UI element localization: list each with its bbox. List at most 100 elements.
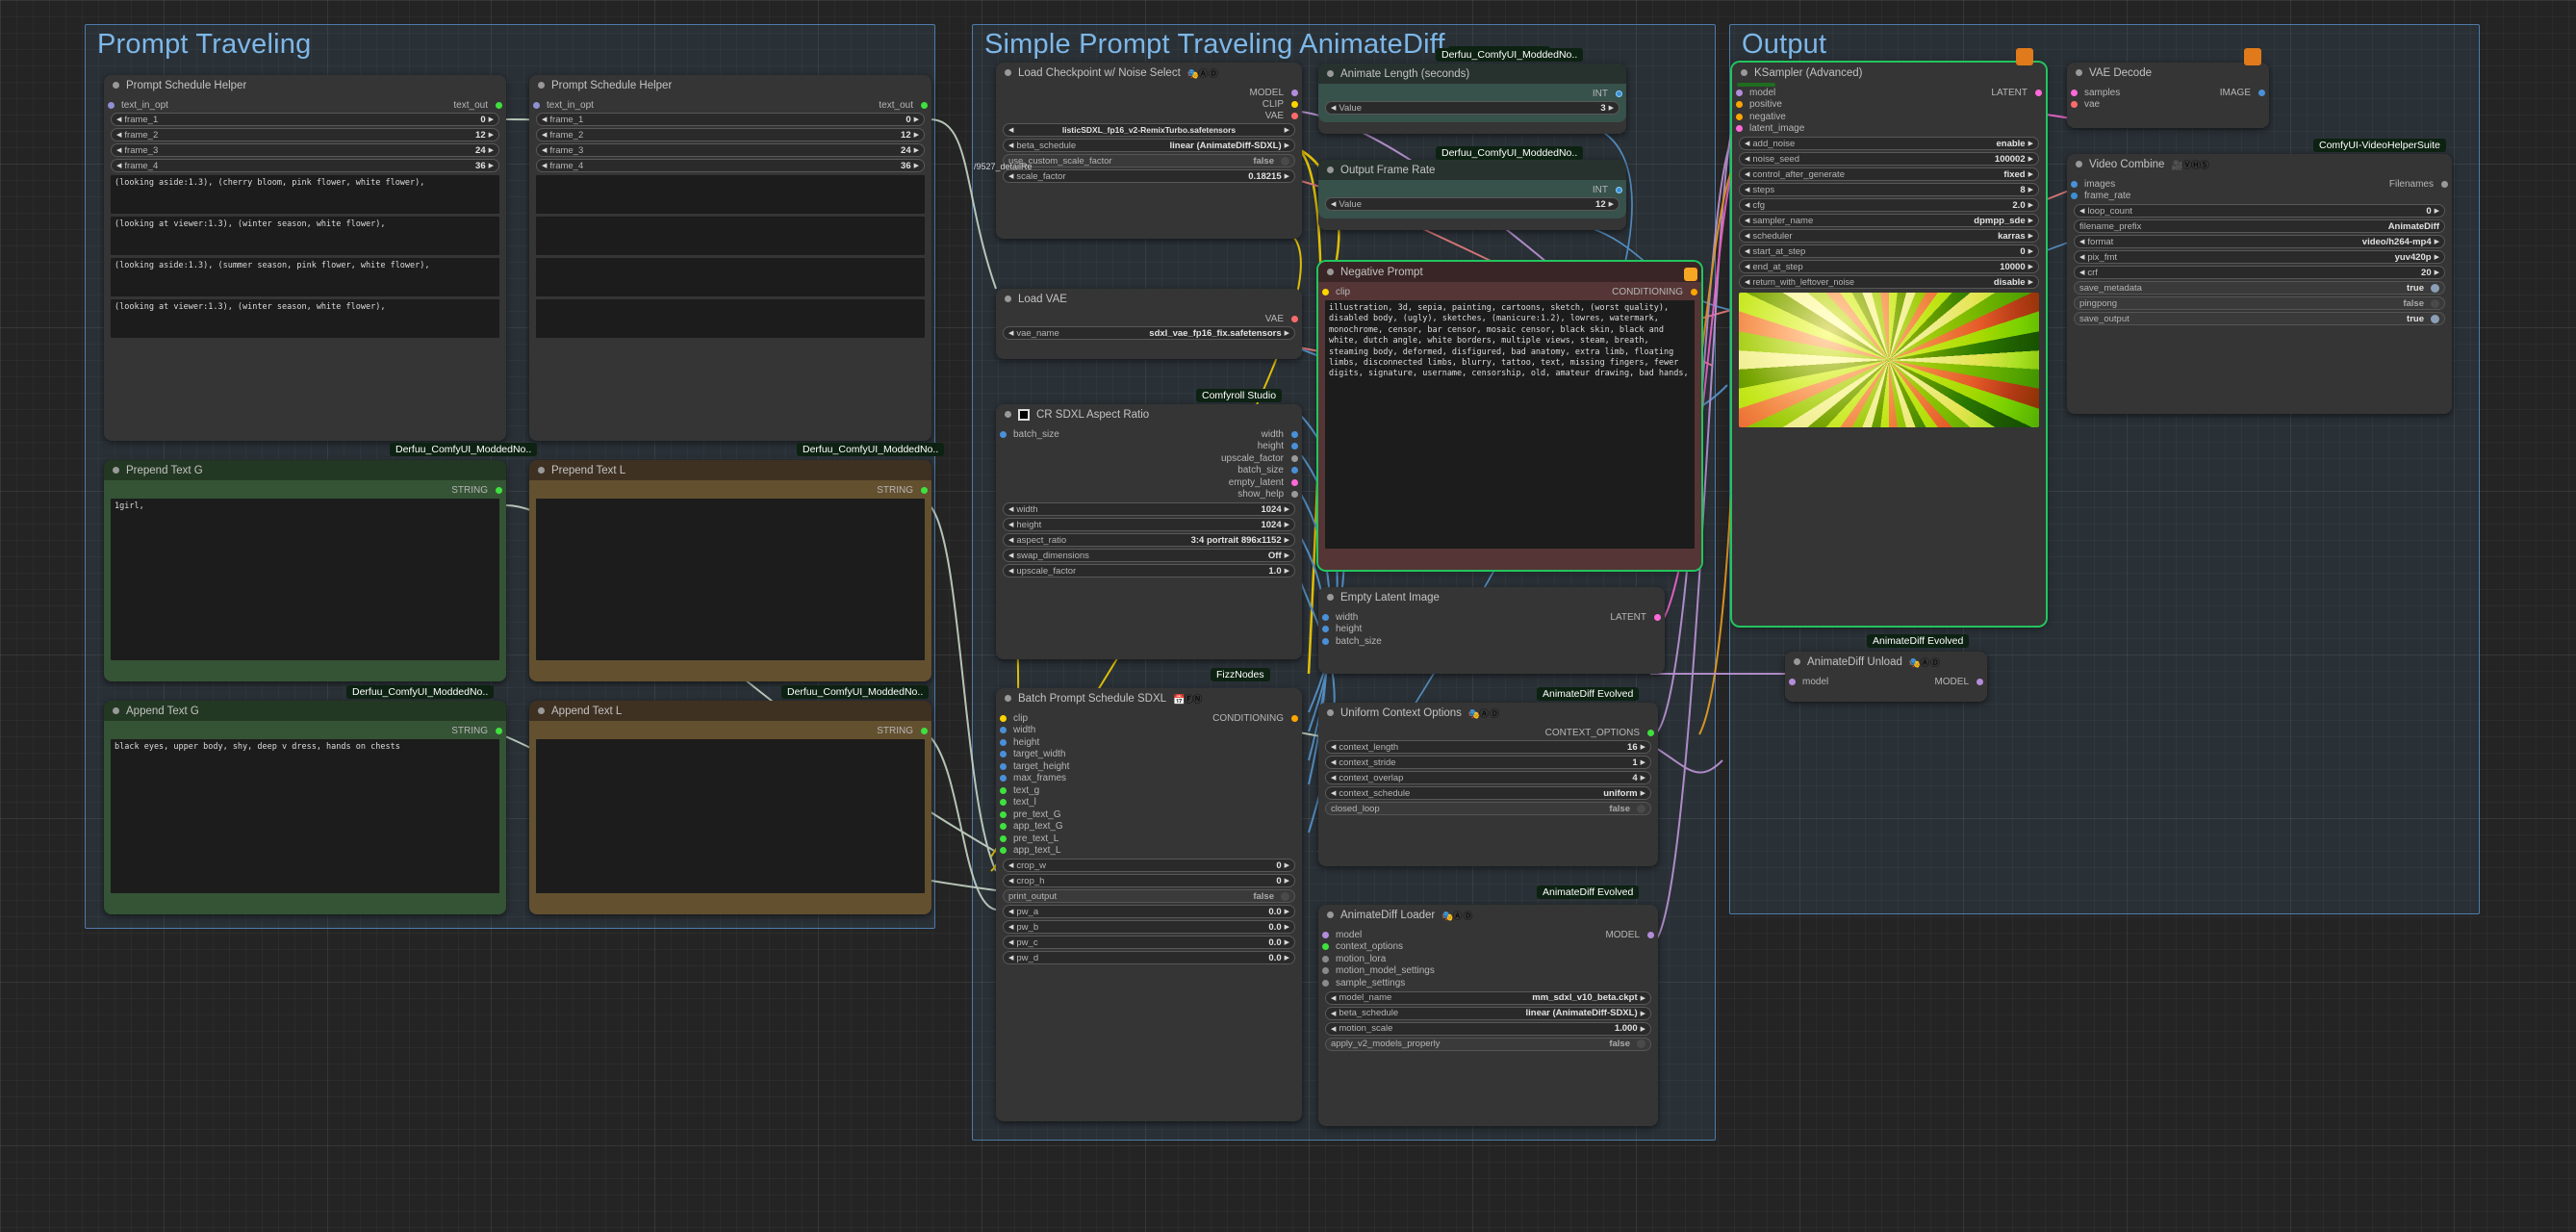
increment-icon[interactable]: ▶ <box>1285 861 1289 869</box>
port-row-upscale_factor[interactable]: upscale_factor <box>996 452 1302 465</box>
port-row-model[interactable]: model MODEL <box>1785 676 1987 688</box>
output-dot-conditioning[interactable] <box>1691 288 1697 295</box>
widget-width[interactable]: ◀ width 1024 ▶ <box>1003 502 1295 516</box>
decrement-icon[interactable]: ◀ <box>1008 861 1013 869</box>
increment-icon[interactable]: ▶ <box>914 131 919 139</box>
decrement-icon[interactable]: ◀ <box>542 116 547 123</box>
increment-icon[interactable]: ▶ <box>2028 186 2033 193</box>
widget-context_overlap[interactable]: ◀ context_overlap 4 ▶ <box>1325 771 1651 784</box>
increment-icon[interactable]: ▶ <box>2028 170 2033 178</box>
decrement-icon[interactable]: ◀ <box>1331 789 1336 797</box>
decrement-icon[interactable]: ◀ <box>1008 536 1013 544</box>
output-dot[interactable] <box>496 486 502 494</box>
input-dot[interactable] <box>1322 943 1329 951</box>
output-dot-filenames[interactable] <box>2441 180 2448 188</box>
increment-icon[interactable]: ▶ <box>1285 954 1289 962</box>
collapse-dot[interactable] <box>2076 161 2082 167</box>
port-row-frame_rate[interactable]: frame_rate <box>2067 191 2452 203</box>
decrement-icon[interactable]: ◀ <box>1331 743 1336 751</box>
port-row-batch_size[interactable]: batch_size width <box>996 428 1302 441</box>
increment-icon[interactable]: ▶ <box>489 162 494 169</box>
decrement-icon[interactable]: ◀ <box>116 162 121 169</box>
increment-icon[interactable]: ▶ <box>2028 263 2033 270</box>
port-row-empty_latent[interactable]: empty_latent <box>996 476 1302 489</box>
increment-icon[interactable]: ▶ <box>2028 201 2033 209</box>
increment-icon[interactable]: ▶ <box>489 131 494 139</box>
port-row-max_frames[interactable]: max_frames <box>996 773 1302 785</box>
port-row-motion_lora[interactable]: motion_lora <box>1318 953 1658 965</box>
port-row-width[interactable]: width LATENT <box>1318 611 1665 624</box>
increment-icon[interactable]: ▶ <box>1285 141 1289 149</box>
widget-context_schedule[interactable]: ◀ context_schedule uniform ▶ <box>1325 786 1651 800</box>
widget-value[interactable]: ◀ Value 12 ▶ <box>1325 197 1620 211</box>
widget-frame_3[interactable]: ◀ frame_3 24 ▶ <box>536 143 925 157</box>
collapse-dot[interactable] <box>113 82 119 89</box>
port-row-height[interactable]: height <box>996 736 1302 749</box>
port-row-height[interactable]: height <box>996 441 1302 453</box>
collapse-dot[interactable] <box>1327 70 1334 77</box>
increment-icon[interactable]: ▶ <box>1609 104 1614 112</box>
increment-icon[interactable]: ▶ <box>1285 908 1289 915</box>
node-header[interactable]: Load VAE <box>996 289 1302 309</box>
widget-pingpong[interactable]: pingpong false <box>2074 296 2445 310</box>
decrement-icon[interactable]: ◀ <box>1008 923 1013 931</box>
output-dot-model[interactable] <box>1647 931 1654 938</box>
prompt-textarea-2[interactable] <box>536 217 925 255</box>
collapse-dot[interactable] <box>538 707 545 714</box>
node-batch-prompt-schedule-sdxl[interactable]: Batch Prompt Schedule SDXL 📅ⒻⓃ clip COND… <box>996 688 1302 1121</box>
decrement-icon[interactable]: ◀ <box>1745 155 1749 163</box>
port-row-context_options[interactable]: context_options <box>1318 941 1658 954</box>
widget-end_at_step[interactable]: ◀ end_at_step 10000 ▶ <box>1739 260 2039 273</box>
port-row-text_l[interactable]: text_l <box>996 797 1302 809</box>
increment-icon[interactable]: ▶ <box>1285 567 1289 575</box>
prompt-textarea-3[interactable]: (looking aside:1.3), (summer season, pin… <box>111 258 499 296</box>
decrement-icon[interactable]: ◀ <box>2079 238 2084 245</box>
decrement-icon[interactable]: ◀ <box>116 116 121 123</box>
port-row-width[interactable]: width <box>996 725 1302 737</box>
decrement-icon[interactable]: ◀ <box>1745 263 1749 270</box>
node-header[interactable]: Uniform Context Options 🎭Ⓐ Ⓓ <box>1318 703 1658 723</box>
port-row-latent_image[interactable]: latent_image <box>1732 123 2046 136</box>
input-dot[interactable] <box>1000 751 1007 758</box>
output-dot[interactable] <box>921 486 928 494</box>
widget-steps[interactable]: ◀ steps 8 ▶ <box>1739 183 2039 196</box>
widget-pw_b[interactable]: ◀ pw_b 0.0 ▶ <box>1003 920 1295 934</box>
increment-icon[interactable]: ▶ <box>2028 232 2033 240</box>
port-row-height[interactable]: height <box>1318 624 1665 636</box>
prompt-textarea-1[interactable] <box>536 175 925 214</box>
output-dot[interactable] <box>496 727 502 734</box>
collapse-dot[interactable] <box>538 467 545 474</box>
decrement-icon[interactable]: ◀ <box>1331 1010 1336 1017</box>
collapse-dot[interactable] <box>1741 69 1747 76</box>
node-ksampler-advanced[interactable]: KSampler (Advanced) model LATENT positiv… <box>1732 63 2046 626</box>
input-dot[interactable] <box>1000 727 1007 734</box>
port-row-clip[interactable]: clip CONDITIONING <box>996 712 1302 725</box>
decrement-icon[interactable]: ◀ <box>542 131 547 139</box>
widget-frame_4[interactable]: ◀ frame_4 36 ▶ <box>111 159 499 172</box>
widget-frame_2[interactable]: ◀ frame_2 12 ▶ <box>111 128 499 141</box>
node-prepend-text-l[interactable]: Prepend Text L STRING <box>529 460 931 681</box>
node-header[interactable]: Output Frame Rate <box>1318 160 1626 180</box>
decrement-icon[interactable]: ◀ <box>1331 758 1336 766</box>
port-row-positive[interactable]: positive <box>1732 99 2046 112</box>
decrement-icon[interactable]: ◀ <box>2079 207 2084 215</box>
increment-icon[interactable]: ▶ <box>1285 126 1289 134</box>
toggle-switch[interactable] <box>1281 156 1289 166</box>
increment-icon[interactable]: ▶ <box>1641 789 1645 797</box>
port-row-int[interactable]: INT <box>1318 184 1626 195</box>
increment-icon[interactable]: ▶ <box>1641 994 1645 1002</box>
decrement-icon[interactable]: ◀ <box>1745 217 1749 224</box>
widget-context_length[interactable]: ◀ context_length 16 ▶ <box>1325 740 1651 754</box>
output-dot-int[interactable] <box>1616 186 1622 193</box>
port-row-sample_settings[interactable]: sample_settings <box>1318 977 1658 989</box>
increment-icon[interactable]: ▶ <box>1285 877 1289 885</box>
output-dot-vae[interactable] <box>1291 112 1298 119</box>
widget-pw_a[interactable]: ◀ pw_a 0.0 ▶ <box>1003 905 1295 918</box>
decrement-icon[interactable]: ◀ <box>1008 567 1013 575</box>
output-dot-context-options[interactable] <box>1647 729 1654 736</box>
widget-frame_3[interactable]: ◀ frame_3 24 ▶ <box>111 143 499 157</box>
node-header[interactable]: AnimateDiff Loader 🎭Ⓐ Ⓓ <box>1318 905 1658 925</box>
input-dot[interactable] <box>533 101 540 109</box>
collapse-dot[interactable] <box>1005 295 1011 302</box>
widget-frame_2[interactable]: ◀ frame_2 12 ▶ <box>536 128 925 141</box>
